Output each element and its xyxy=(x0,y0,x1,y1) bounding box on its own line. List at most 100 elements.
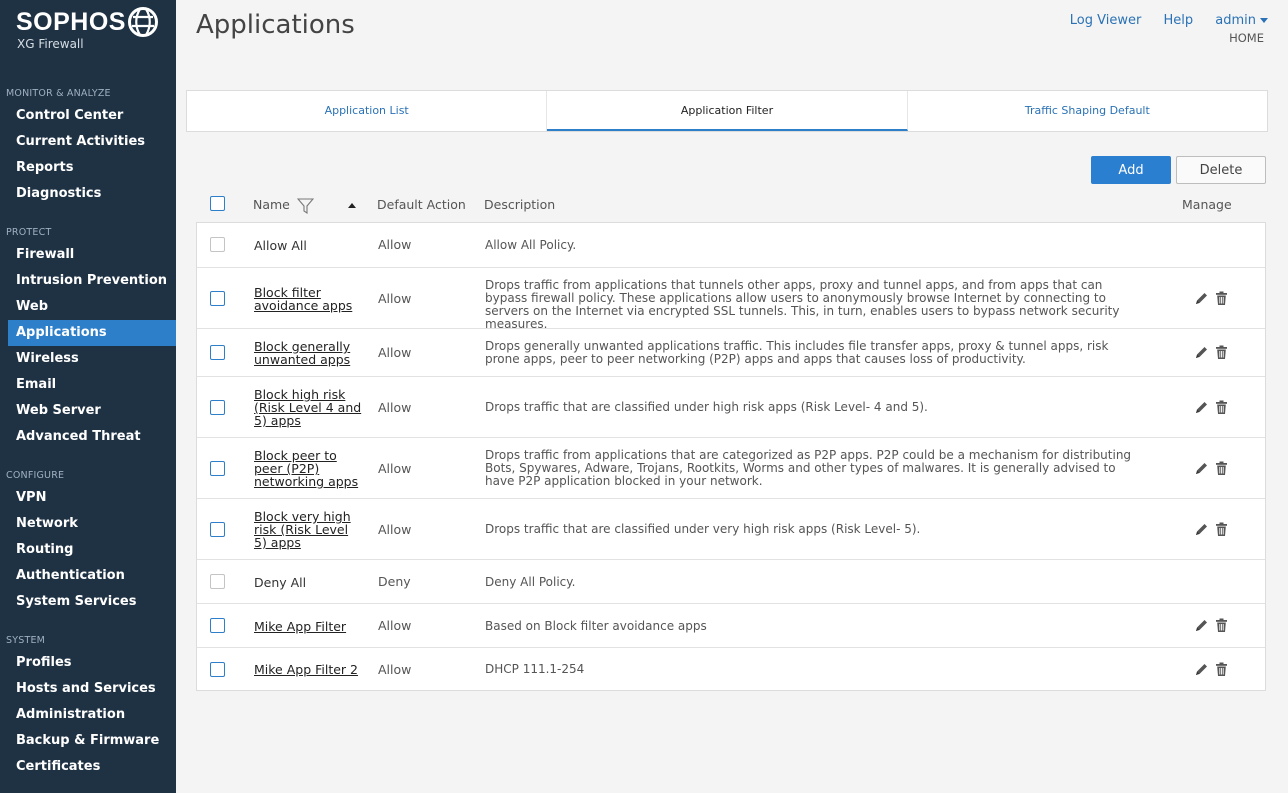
nav-section-title: CONFIGURE xyxy=(6,470,65,481)
row-checkbox xyxy=(210,237,225,252)
admin-menu[interactable]: admin xyxy=(1215,13,1268,28)
trash-icon[interactable] xyxy=(1215,662,1228,680)
sidebar-item-vpn[interactable]: VPN xyxy=(8,485,176,511)
trash-icon[interactable] xyxy=(1215,345,1228,363)
sidebar-item-web-server[interactable]: Web Server xyxy=(8,398,176,424)
filter-name[interactable]: Block very high risk (Risk Level 5) apps xyxy=(254,510,364,549)
sidebar-item-backup-firmware[interactable]: Backup & Firmware xyxy=(8,728,176,754)
trash-icon[interactable] xyxy=(1215,400,1228,418)
pencil-icon[interactable] xyxy=(1194,618,1209,636)
filter-description: Drops traffic from applications that are… xyxy=(485,448,1132,488)
table-row[interactable]: Mike App Filter Allow Based on Block filte… xyxy=(197,603,1265,647)
tab-application-filter[interactable]: Application Filter xyxy=(547,91,908,131)
brand-name: SOPHOS xyxy=(16,8,126,36)
tab-application-list[interactable]: Application List xyxy=(187,91,548,131)
filter-name: Allow All xyxy=(254,237,307,253)
filter-name[interactable]: Mike App Filter 2 xyxy=(254,663,364,676)
row-checkbox[interactable] xyxy=(210,661,225,677)
table-row[interactable]: Block very high risk (Risk Level 5) apps… xyxy=(197,498,1265,559)
table-row[interactable]: Block filter avoidance apps Allow Drops tr… xyxy=(197,267,1265,331)
filter-description: Based on Block filter avoidance apps xyxy=(485,618,707,633)
filter-description: Drops traffic from applications that tun… xyxy=(485,278,1120,331)
filter-description: Allow All Policy. xyxy=(485,237,577,252)
sidebar-item-certificates[interactable]: Certificates xyxy=(8,754,176,780)
column-manage: Manage xyxy=(1182,197,1232,212)
nav-section-title: MONITOR & ANALYZE xyxy=(6,88,111,99)
help-link[interactable]: Help xyxy=(1163,13,1193,28)
table-row[interactable]: Block peer to peer (P2P) networking apps… xyxy=(197,437,1265,498)
pencil-icon[interactable] xyxy=(1194,662,1209,680)
pencil-icon[interactable] xyxy=(1194,522,1209,540)
sidebar-item-system-services[interactable]: System Services xyxy=(8,589,176,615)
filter-name[interactable]: Block filter avoidance apps xyxy=(254,286,364,312)
sidebar-item-reports[interactable]: Reports xyxy=(8,155,176,181)
default-action: Allow xyxy=(378,290,412,306)
row-checkbox[interactable] xyxy=(210,460,225,476)
sidebar-item-control-center[interactable]: Control Center xyxy=(8,103,176,129)
row-checkbox[interactable] xyxy=(210,290,225,306)
column-name[interactable]: Name xyxy=(253,197,290,212)
table-header: Name Default Action Description Manage xyxy=(196,190,1266,222)
pencil-icon[interactable] xyxy=(1194,291,1209,309)
sidebar-item-web[interactable]: Web xyxy=(8,294,176,320)
breadcrumb[interactable]: HOME xyxy=(1229,31,1264,45)
filter-name[interactable]: Block generally unwanted apps xyxy=(254,340,364,366)
sidebar-item-email[interactable]: Email xyxy=(8,372,176,398)
filter-description: Drops traffic that are classified under … xyxy=(485,522,921,536)
filter-description: DHCP 111.1-254 xyxy=(485,662,585,676)
admin-label: admin xyxy=(1215,13,1256,28)
table-row[interactable]: Allow All Allow Allow All Policy. xyxy=(197,223,1265,267)
pencil-icon[interactable] xyxy=(1194,461,1209,479)
sidebar-item-authentication[interactable]: Authentication xyxy=(8,563,176,589)
delete-button[interactable]: Delete xyxy=(1176,156,1266,184)
sort-ascending-icon[interactable] xyxy=(348,203,356,208)
tab-bar: Application List Application Filter Traf… xyxy=(186,90,1268,132)
default-action: Deny xyxy=(378,574,411,589)
default-action: Allow xyxy=(378,460,412,476)
column-description: Description xyxy=(484,197,556,212)
sidebar-item-profiles[interactable]: Profiles xyxy=(8,650,176,676)
sidebar-item-current-activities[interactable]: Current Activities xyxy=(8,129,176,155)
sidebar-item-diagnostics[interactable]: Diagnostics xyxy=(8,181,176,207)
pencil-icon[interactable] xyxy=(1194,400,1209,418)
sidebar-item-hosts-and-services[interactable]: Hosts and Services xyxy=(8,676,176,702)
log-viewer-link[interactable]: Log Viewer xyxy=(1070,13,1142,28)
row-checkbox xyxy=(210,574,225,589)
filter-icon[interactable] xyxy=(297,198,314,214)
table-row[interactable]: Mike App Filter 2 Allow DHCP 111.1-254 xyxy=(197,647,1265,690)
default-action: Allow xyxy=(378,618,412,633)
row-checkbox[interactable] xyxy=(210,618,225,633)
table-row[interactable]: Block high risk (Risk Level 4 and 5) app… xyxy=(197,376,1265,437)
trash-icon[interactable] xyxy=(1215,522,1228,540)
trash-icon[interactable] xyxy=(1215,618,1228,636)
logo: SOPHOS XG Firewall xyxy=(16,7,166,54)
table-row[interactable]: Block generally unwanted apps Allow Drops … xyxy=(197,328,1265,376)
sidebar-item-applications[interactable]: Applications xyxy=(8,320,176,346)
add-button[interactable]: Add xyxy=(1091,156,1171,184)
trash-icon[interactable] xyxy=(1215,461,1228,479)
filter-name[interactable]: Block high risk (Risk Level 4 and 5) app… xyxy=(254,388,364,427)
filter-name[interactable]: Mike App Filter xyxy=(254,620,364,633)
sidebar-item-firewall[interactable]: Firewall xyxy=(8,242,176,268)
row-checkbox[interactable] xyxy=(210,521,225,537)
trash-icon[interactable] xyxy=(1215,291,1228,309)
top-links: Log Viewer Help admin xyxy=(1052,13,1268,28)
sidebar-item-intrusion-prevention[interactable]: Intrusion Prevention xyxy=(8,268,176,294)
sidebar-item-advanced-threat[interactable]: Advanced Threat xyxy=(8,424,176,450)
select-all-checkbox[interactable] xyxy=(210,196,225,211)
filter-name[interactable]: Block peer to peer (P2P) networking apps xyxy=(254,449,364,488)
tab-traffic-shaping-default[interactable]: Traffic Shaping Default xyxy=(908,91,1267,131)
globe-icon xyxy=(128,7,158,37)
sidebar-item-network[interactable]: Network xyxy=(8,511,176,537)
pencil-icon[interactable] xyxy=(1194,345,1209,363)
default-action: Allow xyxy=(378,237,412,252)
filter-name: Deny All xyxy=(254,574,307,590)
sidebar: SOPHOS XG Firewall MONITOR & ANALYZE Cont… xyxy=(0,0,176,793)
row-checkbox[interactable] xyxy=(210,345,225,360)
sidebar-item-administration[interactable]: Administration xyxy=(8,702,176,728)
product-name: XG Firewall xyxy=(17,37,84,51)
sidebar-item-wireless[interactable]: Wireless xyxy=(8,346,176,372)
row-checkbox[interactable] xyxy=(210,399,225,415)
table-row[interactable]: Deny All Deny Deny All Policy. xyxy=(197,559,1265,603)
sidebar-item-routing[interactable]: Routing xyxy=(8,537,176,563)
